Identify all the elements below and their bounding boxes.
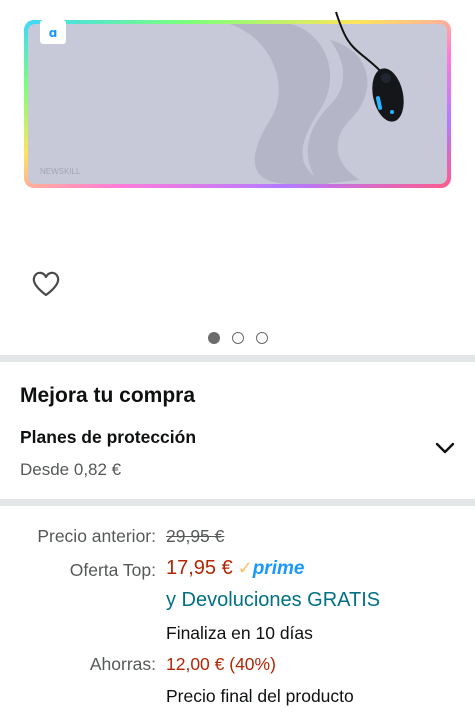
savings-label: Ahorras: <box>89 654 156 674</box>
section-divider <box>0 499 475 506</box>
carousel-dot-3[interactable] <box>255 332 268 344</box>
final-price-note: Precio final del producto <box>166 686 354 706</box>
offer-price-value: 17,95 € <box>166 557 233 579</box>
heart-outline-icon[interactable] <box>30 268 62 300</box>
returns-row: y Devoluciones GRATIS <box>0 589 475 615</box>
offer-ends-text: Finaliza en 10 días <box>166 623 313 643</box>
prime-check-icon: ✓ <box>237 558 253 578</box>
carousel-dot-1[interactable] <box>207 332 220 344</box>
protection-plan-price: Desde 0,82 € <box>20 460 122 479</box>
savings-row: Ahorras: 12,00 € (40%) <box>0 654 475 680</box>
chevron-down-icon[interactable] <box>434 437 456 459</box>
product-image[interactable]: ɑ NEWSKILL <box>0 0 475 250</box>
protection-plan-title[interactable]: Planes de protección <box>20 427 196 448</box>
offer-label: Oferta Top: <box>69 560 156 580</box>
final-price-note-row: Precio final del producto <box>0 686 475 712</box>
offer-price-row: Oferta Top: 17,95 € ✓prime <box>0 557 475 584</box>
savings-value: 12,00 € (40%) <box>166 654 276 674</box>
free-returns-link[interactable]: y Devoluciones GRATIS <box>166 589 380 612</box>
previous-price-value: 29,95 € <box>166 526 225 546</box>
previous-price-label: Precio anterior: <box>37 526 156 546</box>
svg-text:ɑ: ɑ <box>49 26 58 40</box>
upgrade-title: Mejora tu compra <box>20 384 196 407</box>
carousel-dot-2[interactable] <box>231 332 244 344</box>
section-divider <box>0 355 475 362</box>
previous-price-row: Precio anterior: 29,95 € <box>0 526 475 552</box>
brand-watermark: NEWSKILL <box>40 167 81 176</box>
offer-ends-row: Finaliza en 10 días <box>0 623 475 649</box>
prime-badge[interactable]: prime <box>253 558 305 579</box>
carousel-indicator <box>0 332 475 344</box>
